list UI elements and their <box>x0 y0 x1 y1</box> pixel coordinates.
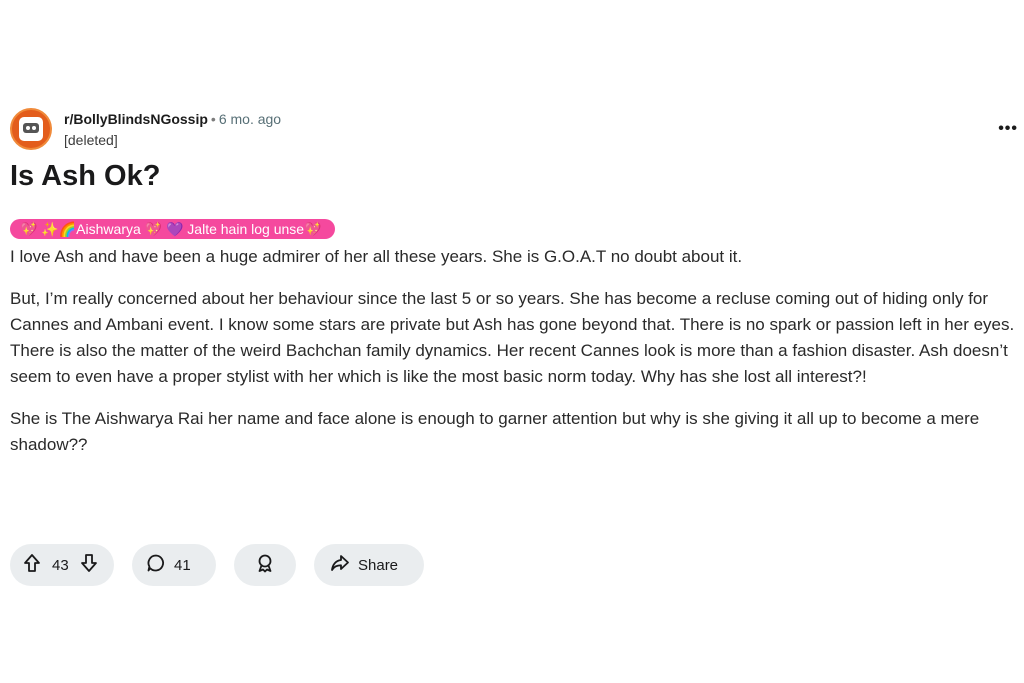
vote-count: 43 <box>52 556 69 574</box>
post-header: r/BollyBlindsNGossip • 6 mo. ago [deleted]… <box>10 106 1020 154</box>
post-meta: r/BollyBlindsNGossip • 6 mo. ago [deleted] <box>64 110 281 150</box>
body-paragraph: But, I’m really concerned about her beha… <box>10 289 1015 386</box>
subreddit-avatar[interactable] <box>10 108 52 150</box>
comment-bubble-icon <box>146 553 166 577</box>
more-options-icon[interactable]: ••• <box>998 120 1018 138</box>
post-title[interactable]: Is Ash Ok? <box>10 158 160 194</box>
comment-count: 41 <box>174 556 191 574</box>
post-time: 6 mo. ago <box>218 111 282 127</box>
share-label: Share <box>358 556 399 574</box>
vote-bar: 43 <box>10 544 114 586</box>
post-body: I love Ash and have been a huge admirer … <box>10 244 1015 474</box>
subreddit-link[interactable]: r/BollyBlindsNGossip <box>64 111 208 127</box>
share-button[interactable]: Share <box>314 544 424 586</box>
meta-separator: • <box>210 111 216 127</box>
downvote-arrow-icon[interactable] <box>79 553 99 577</box>
body-paragraph: I love Ash and have been a huge admirer … <box>10 247 743 266</box>
post-author: [deleted] <box>64 132 118 148</box>
post-flair[interactable]: 💖 ✨🌈Aishwarya 💖 💜 Jalte hain log unse💖 <box>10 219 336 239</box>
post-actions: 43 41 Share <box>10 544 424 586</box>
body-paragraph: She is The Aishwarya Rai her name and fa… <box>10 409 980 454</box>
upvote-arrow-icon[interactable] <box>22 553 42 577</box>
share-arrow-icon <box>330 553 350 577</box>
comments-button[interactable]: 41 <box>132 544 216 586</box>
post-card: r/BollyBlindsNGossip • 6 mo. ago [deleted]… <box>10 106 1020 454</box>
award-button[interactable] <box>234 544 296 586</box>
subreddit-logo-icon <box>19 117 43 141</box>
award-icon <box>255 553 275 577</box>
